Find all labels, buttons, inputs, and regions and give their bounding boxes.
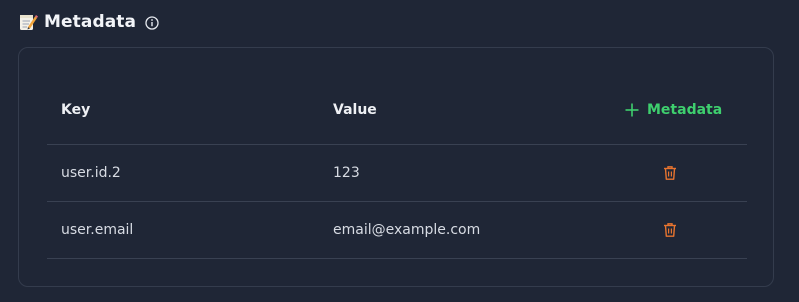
section-title: Metadata [44, 12, 137, 32]
row-key: user.id.2 [61, 165, 121, 181]
divider [47, 258, 747, 259]
row-value: email@example.com [333, 222, 481, 238]
metadata-card: Key Value Metadata user.id.2 123 user.em… [18, 47, 774, 287]
table-header: Key Value Metadata [47, 86, 747, 134]
add-metadata-button[interactable]: Metadata [625, 102, 722, 118]
row-value: 123 [333, 165, 360, 181]
plus-icon [625, 103, 639, 117]
table-row: user.id.2 123 [47, 145, 747, 201]
info-icon[interactable] [145, 15, 159, 30]
metadata-section-header: Metadata [18, 10, 159, 34]
table-row: user.email email@example.com [47, 202, 747, 258]
memo-icon [18, 12, 38, 32]
column-header-value: Value [333, 102, 377, 118]
delete-row-button[interactable] [663, 165, 677, 181]
trash-icon [664, 223, 676, 237]
delete-row-button[interactable] [663, 222, 677, 238]
row-key: user.email [61, 222, 134, 238]
trash-icon [664, 166, 676, 180]
add-metadata-label: Metadata [647, 102, 723, 118]
column-header-key: Key [61, 102, 91, 118]
